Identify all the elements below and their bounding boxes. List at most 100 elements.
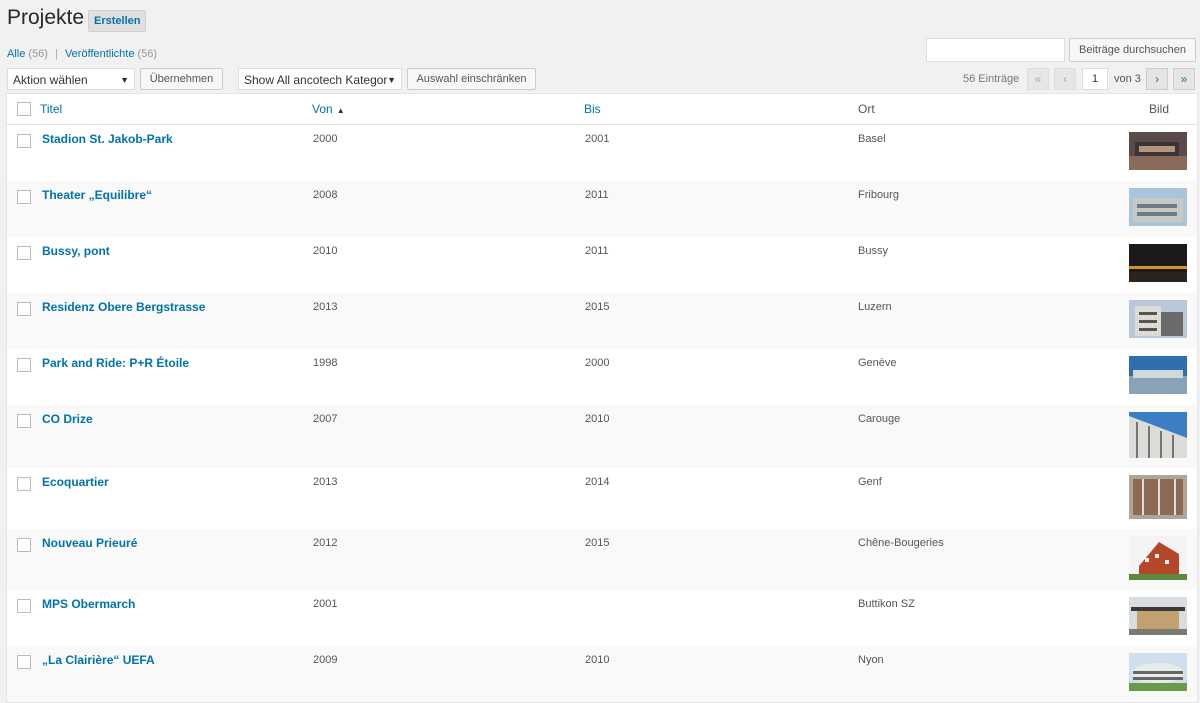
view-all-link[interactable]: Alle (7, 48, 25, 60)
row-bis: 2001 (585, 133, 610, 145)
row-title-link[interactable]: Stadion St. Jakob-Park (42, 132, 173, 146)
table-row: CO Drize 2007 2010 Carouge (7, 405, 1197, 468)
project-thumbnail (1129, 244, 1187, 282)
row-bis: 2011 (585, 189, 609, 201)
first-page-button[interactable]: « (1027, 68, 1049, 90)
row-von: 2013 (313, 476, 338, 488)
row-von: 2008 (313, 189, 338, 201)
row-ort: Genf (858, 476, 882, 488)
row-ort: Basel (858, 133, 886, 145)
column-von-sort[interactable]: Von ▲ (312, 102, 345, 116)
row-checkbox[interactable] (17, 246, 31, 260)
table-body: Stadion St. Jakob-Park 2000 2001 Basel T… (7, 125, 1197, 702)
row-bis: 2015 (585, 301, 610, 313)
column-bild-header: Bild (1149, 102, 1170, 116)
row-ort: Bussy (858, 245, 888, 257)
project-thumbnail (1129, 356, 1187, 394)
view-filters: Alle (56) | Veröffentlichte (56) (7, 48, 157, 60)
row-ort: Fribourg (858, 189, 899, 201)
row-bis: 2000 (585, 357, 610, 369)
current-page-input[interactable]: 1 (1082, 68, 1108, 90)
row-checkbox[interactable] (17, 134, 31, 148)
category-filter-select[interactable]: Show All ancotech Kategor ▼ (238, 68, 402, 90)
column-ort-header: Ort (858, 102, 875, 116)
project-thumbnail (1129, 597, 1187, 635)
row-title-link[interactable]: CO Drize (42, 412, 93, 426)
total-pages: von 3 (1114, 73, 1141, 85)
row-checkbox[interactable] (17, 655, 31, 669)
project-thumbnail (1129, 653, 1187, 691)
project-thumbnail (1129, 475, 1187, 519)
sort-ascending-icon: ▲ (336, 106, 345, 115)
last-page-button[interactable]: » (1173, 68, 1195, 90)
row-von: 2009 (313, 654, 338, 666)
search-button[interactable]: Beiträge durchsuchen (1069, 38, 1196, 62)
table-row: Theater „Equilibre“ 2008 2011 Fribourg (7, 181, 1197, 237)
row-checkbox[interactable] (17, 538, 31, 552)
bulk-action-select[interactable]: Aktion wählen ▼ (7, 68, 135, 90)
row-checkbox[interactable] (17, 599, 31, 613)
apply-button[interactable]: Übernehmen (140, 68, 223, 90)
row-title-link[interactable]: Bussy, pont (42, 244, 110, 258)
table-row: MPS Obermarch 2001 Buttikon SZ (7, 590, 1197, 646)
table-row: „La Clairière“ UEFA 2009 2010 Nyon (7, 646, 1197, 702)
table-header: Titel Von ▲ Bis Ort Bild (7, 94, 1197, 125)
bulk-action-value: Aktion wählen (13, 73, 88, 87)
row-title-link[interactable]: Nouveau Prieuré (42, 536, 137, 550)
add-new-button[interactable]: Erstellen (88, 10, 147, 32)
row-bis: 2015 (585, 537, 610, 549)
project-thumbnail (1129, 412, 1187, 458)
project-thumbnail (1129, 536, 1187, 580)
row-von: 2007 (313, 413, 338, 425)
table-row: Bussy, pont 2010 2011 Bussy (7, 237, 1197, 293)
row-bis: 2014 (585, 476, 610, 488)
row-title-link[interactable]: Ecoquartier (42, 475, 109, 489)
items-count: 56 Einträge (963, 73, 1020, 85)
row-title-link[interactable]: Theater „Equilibre“ (42, 188, 152, 202)
chevron-down-icon: ▼ (120, 75, 129, 85)
table-row: Ecoquartier 2013 2014 Genf (7, 468, 1197, 529)
page-title: Projekte (7, 6, 85, 29)
view-separator: | (55, 48, 58, 60)
table-row: Park and Ride: P+R Étoile 1998 2000 Genè… (7, 349, 1197, 405)
row-ort: Luzern (858, 301, 892, 313)
select-all-checkbox[interactable] (17, 102, 31, 116)
row-ort: Carouge (858, 413, 901, 425)
row-von: 1998 (313, 357, 338, 369)
row-bis: 2011 (585, 245, 609, 257)
view-published-link[interactable]: Veröffentlichte (65, 48, 135, 60)
row-checkbox[interactable] (17, 190, 31, 204)
chevron-down-icon: ▼ (387, 75, 396, 85)
column-bis-sort[interactable]: Bis (584, 102, 601, 116)
row-ort: Nyon (858, 654, 884, 666)
row-title-link[interactable]: „La Clairière“ UEFA (42, 653, 155, 667)
row-checkbox[interactable] (17, 477, 31, 491)
next-page-button[interactable]: › (1146, 68, 1168, 90)
row-checkbox[interactable] (17, 414, 31, 428)
row-checkbox[interactable] (17, 302, 31, 316)
column-title-sort[interactable]: Titel (40, 102, 62, 116)
filter-button[interactable]: Auswahl einschränken (407, 68, 536, 90)
row-von: 2012 (313, 537, 338, 549)
row-title-link[interactable]: Park and Ride: P+R Étoile (42, 356, 189, 370)
project-thumbnail (1129, 300, 1187, 338)
prev-page-button[interactable]: ‹ (1054, 68, 1076, 90)
category-filter-value: Show All ancotech Kategor (244, 73, 388, 87)
project-thumbnail (1129, 188, 1187, 226)
row-title-link[interactable]: MPS Obermarch (42, 597, 135, 611)
row-ort: Genève (858, 357, 897, 369)
row-von: 2013 (313, 301, 338, 313)
row-bis: 2010 (585, 654, 610, 666)
table-row: Nouveau Prieuré 2012 2015 Chêne-Bougerie… (7, 529, 1197, 590)
search-input[interactable] (926, 38, 1065, 62)
row-checkbox[interactable] (17, 358, 31, 372)
table-row: Stadion St. Jakob-Park 2000 2001 Basel (7, 125, 1197, 181)
row-bis: 2010 (585, 413, 610, 425)
view-all-count: (56) (28, 48, 48, 60)
row-von: 2000 (313, 133, 338, 145)
view-published-count: (56) (137, 48, 158, 60)
row-von: 2010 (313, 245, 338, 257)
row-ort: Buttikon SZ (858, 598, 915, 610)
row-title-link[interactable]: Residenz Obere Bergstrasse (42, 300, 205, 314)
table-row: Residenz Obere Bergstrasse 2013 2015 Luz… (7, 293, 1197, 349)
